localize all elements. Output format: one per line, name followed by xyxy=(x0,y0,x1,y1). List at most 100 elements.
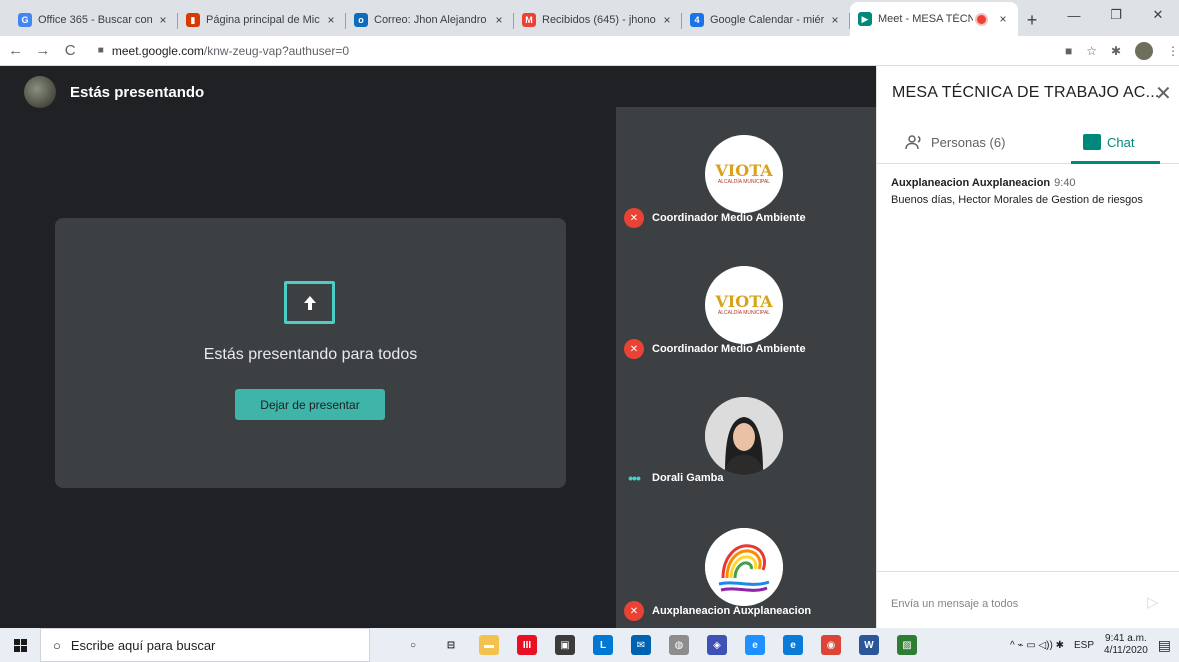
viota-logo-avatar: VIOTA ALCALDÍA MUNICIPAL xyxy=(705,266,783,344)
logo-text: VIOTA xyxy=(715,161,773,180)
extensions-puzzle-icon[interactable]: ✱ xyxy=(1111,44,1121,58)
store-icon: ▣ xyxy=(555,635,575,655)
browser-tab[interactable]: o Correo: Jhon Alejandro × xyxy=(346,4,514,36)
participant-name: Dorali Gamba xyxy=(652,472,724,484)
presenting-header: Estás presentando xyxy=(24,76,204,108)
meet-icon: ▶ xyxy=(858,12,872,26)
forward-button[interactable]: → xyxy=(31,42,54,59)
tab-close-icon[interactable]: × xyxy=(660,13,674,27)
taskbar-search-input[interactable]: ○ Escribe aquí para buscar xyxy=(40,628,370,662)
participant-tile[interactable]: VIOTA ALCALDÍA MUNICIPAL ✕ Coordinador M… xyxy=(616,107,876,238)
close-panel-icon[interactable]: ✕ xyxy=(1155,81,1172,106)
minimize-button[interactable]: — xyxy=(1053,0,1095,30)
taskbar-app-button[interactable]: ◉ xyxy=(812,628,850,662)
tab-title: Página principal de Mic xyxy=(206,14,320,26)
tab-title: Meet - MESA TÉCN xyxy=(878,13,973,25)
chat-input[interactable]: Envía un mensaje a todos xyxy=(891,598,1018,610)
start-button[interactable] xyxy=(0,628,40,662)
people-icon xyxy=(905,135,921,150)
taskbar-app-button[interactable]: III xyxy=(508,628,546,662)
taskbar-app-button[interactable]: ▨ xyxy=(888,628,926,662)
tab-chat[interactable]: Chat xyxy=(1083,134,1134,150)
swirl-logo-avatar xyxy=(705,528,783,606)
mic-off-icon: ✕ xyxy=(624,208,644,228)
taskbar-app-button[interactable]: ✉ xyxy=(622,628,660,662)
browser-tab[interactable]: ▮ Página principal de Mic × xyxy=(178,4,346,36)
tab-title: Recibidos (645) - jhono xyxy=(542,14,656,26)
taskbar-app-button[interactable]: ◍ xyxy=(660,628,698,662)
participant-name: Coordinador Medio Ambiente xyxy=(652,343,806,355)
clock-time: 9:41 a.m. xyxy=(1105,633,1147,644)
window-close-button[interactable]: ✕ xyxy=(1137,0,1179,30)
self-avatar[interactable] xyxy=(24,76,56,108)
new-tab-button[interactable]: + xyxy=(1018,4,1046,36)
speaking-dots-icon: ••• xyxy=(628,470,641,486)
meet-stage: Estás presentando Estás presentando para… xyxy=(0,66,876,628)
tab-title: Google Calendar - miér xyxy=(710,14,824,26)
taskbar-app-button[interactable]: ▣ xyxy=(546,628,584,662)
participant-tile[interactable]: ✕ Auxplaneacion Auxplaneacion xyxy=(616,500,876,631)
maximize-button[interactable]: ❐ xyxy=(1095,0,1137,30)
browser-tab[interactable]: ▶ Meet - MESA TÉCN × xyxy=(850,2,1018,36)
send-icon[interactable]: ▷ xyxy=(1147,593,1159,611)
network-app-icon: ◍ xyxy=(669,635,689,655)
participant-name-row: ✕ Coordinador Medio Ambiente xyxy=(624,339,806,359)
url-host: meet.google.com xyxy=(111,43,204,58)
bookmark-star-icon[interactable]: ☆ xyxy=(1086,44,1097,58)
tray-icons[interactable]: ^ ⌁ ▭ ◁)) ✱ xyxy=(1010,640,1064,651)
people-tab-label: Personas (6) xyxy=(931,134,1006,150)
tab-close-icon[interactable]: × xyxy=(492,13,506,27)
taskbar-apps: ○ ⊟ ▬ III ▣ L ✉ ◍ ◈ e e ◉ W ▨ xyxy=(394,628,926,662)
browser-tab[interactable]: G Office 365 - Buscar con × xyxy=(10,4,178,36)
lock-icon: ■ xyxy=(97,45,104,56)
taskbar-app-button[interactable]: ◈ xyxy=(698,628,736,662)
word-icon: W xyxy=(859,635,879,655)
logo-subtext: ALCALDÍA MUNICIPAL xyxy=(717,310,771,316)
calendar-icon: 4 xyxy=(690,13,704,27)
browser-extensions: ■ ☆ ✱ ⋮ xyxy=(1065,41,1179,60)
search-placeholder: Escribe aquí para buscar xyxy=(70,637,216,653)
url-path: /knw-zeug-vap?authuser=0 xyxy=(203,43,349,58)
window-controls: — ❐ ✕ xyxy=(1053,0,1179,30)
taskbar-app-button[interactable]: ○ xyxy=(394,628,432,662)
camera-indicator-icon[interactable]: ■ xyxy=(1065,44,1072,58)
taskbar-app-button[interactable]: e xyxy=(774,628,812,662)
taskbar-app-button[interactable]: e xyxy=(736,628,774,662)
taskbar-app-button[interactable]: L xyxy=(584,628,622,662)
task-view-icon: ⊟ xyxy=(446,639,456,651)
stop-presenting-button[interactable]: Dejar de presentar xyxy=(235,389,385,420)
reload-button[interactable]: C xyxy=(59,42,82,59)
participant-name-row: ••• Dorali Gamba xyxy=(624,470,724,486)
photos-icon: ▨ xyxy=(897,635,917,655)
browser-tab[interactable]: M Recibidos (645) - jhono × xyxy=(514,4,682,36)
tab-title: Office 365 - Buscar con xyxy=(38,14,152,26)
taskbar-app-button[interactable]: W xyxy=(850,628,888,662)
tab-people[interactable]: Personas (6) xyxy=(905,134,1005,150)
notifications-icon[interactable]: ▤ xyxy=(1158,637,1171,654)
tab-close-icon[interactable]: × xyxy=(996,12,1010,26)
profile-avatar[interactable] xyxy=(1135,41,1154,60)
participant-tile[interactable]: VIOTA ALCALDÍA MUNICIPAL ✕ Coordinador M… xyxy=(616,238,876,369)
language-indicator[interactable]: ESP xyxy=(1074,640,1094,651)
mic-off-icon: ✕ xyxy=(624,601,644,621)
tab-close-icon[interactable]: × xyxy=(828,13,842,27)
mail-icon: ✉ xyxy=(631,635,651,655)
photo-avatar xyxy=(705,397,783,475)
browser-tab[interactable]: 4 Google Calendar - miér × xyxy=(682,4,850,36)
browser-menu-icon[interactable]: ⋮ xyxy=(1167,44,1179,58)
lync-icon: L xyxy=(593,635,613,655)
clock[interactable]: 9:41 a.m. 4/11/2020 xyxy=(1104,633,1148,657)
participant-tile[interactable]: ••• Dorali Gamba xyxy=(616,369,876,500)
chat-icon xyxy=(1083,134,1101,150)
tab-close-icon[interactable]: × xyxy=(324,13,338,27)
meeting-title: MESA TÉCNICA DE TRABAJO AC... xyxy=(892,84,1160,101)
participant-name-row: ✕ Coordinador Medio Ambiente xyxy=(624,208,806,228)
clock-date: 4/11/2020 xyxy=(1104,645,1148,656)
taskbar-app-button[interactable]: ▬ xyxy=(470,628,508,662)
url-input[interactable]: ■ meet.google.com/knw-zeug-vap?authuser=… xyxy=(90,39,1059,63)
taskbar-app-button[interactable]: ⊟ xyxy=(432,628,470,662)
tab-close-icon[interactable]: × xyxy=(156,13,170,27)
message-time: 9:40 xyxy=(1054,177,1076,189)
participant-tiles: VIOTA ALCALDÍA MUNICIPAL ✕ Coordinador M… xyxy=(616,107,876,628)
back-button[interactable]: ← xyxy=(4,42,27,59)
